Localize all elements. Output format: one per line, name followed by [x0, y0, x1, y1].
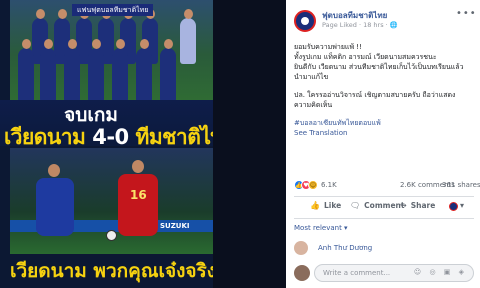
see-translation-link[interactable]: See Translation — [294, 128, 474, 138]
headline-score-value: 4-0 — [92, 125, 129, 149]
shares-count[interactable]: 361 shares — [442, 181, 480, 189]
player-number: 16 — [130, 188, 147, 202]
player-head — [48, 164, 60, 177]
goalkeeper-figure — [180, 9, 196, 64]
post-text-line: ทั้งรูปเกม แท็คติก อารมณ์ เวียดนามสมควรช… — [294, 53, 437, 61]
divider — [294, 196, 474, 197]
commenter-avatar[interactable] — [294, 241, 308, 255]
more-options-icon[interactable]: ••• — [456, 8, 477, 19]
comment-icon: 🗨 — [350, 201, 361, 210]
comment-input[interactable]: Write a comment... ☺ ◎ ▣ ◈ — [314, 264, 474, 282]
chevron-down-icon: ▾ — [460, 201, 465, 210]
player-figure — [160, 39, 176, 100]
comment-button[interactable]: 🗨 Comment — [350, 201, 404, 210]
vietnam-player-figure: 16 — [118, 174, 158, 236]
post-actions: 👍 Like 🗨 Comment ↪ Share ▾ — [294, 198, 474, 216]
image-watermark: แฟนฟุตบอลทีมชาติไทย — [72, 4, 154, 16]
player-figure — [136, 39, 152, 100]
comment-placeholder: Write a comment... — [323, 269, 391, 277]
page-avatar[interactable] — [294, 10, 316, 32]
post-image[interactable]: แฟนฟุตบอลทีมชาติไทย จบเกม เวียดนาม 4-0 ท… — [0, 0, 286, 288]
headline-bottom: เวียดนาม พวกคุณเจ๋งจริง — [10, 260, 216, 282]
react-as-page-button[interactable]: ▾ — [449, 201, 468, 211]
share-label: Share — [410, 201, 436, 210]
image-side-strip — [213, 0, 286, 288]
reaction-count[interactable]: 6.1K — [321, 181, 337, 189]
team-photo: แฟนฟุตบอลทีมชาติไทย — [10, 0, 213, 100]
like-button[interactable]: 👍 Like — [310, 201, 341, 210]
post-text-line: นำมาแก้ไข — [294, 73, 329, 81]
post-text-line: ยินดีกับ เวียดนาม ส่วนทีมชาติไทยเก็บไว้เ… — [294, 63, 464, 71]
comment-attachment-icons[interactable]: ☺ ◎ ▣ ◈ — [414, 268, 467, 276]
thai-player-figure — [36, 178, 74, 236]
post-panel: ฟุตบอลทีมชาติไทย Page Liked · 18 hrs · 🌐… — [286, 0, 480, 288]
post-hashtag[interactable]: #บอลอาเซียนทัพไทยตอบแพ้ — [294, 118, 474, 128]
divider — [294, 218, 474, 219]
post-meta: Page Liked · 18 hrs · 🌐 — [322, 21, 398, 29]
page-mini-avatar — [449, 201, 458, 211]
post-body: ยอมรับความพ่ายแพ้ !! ทั้งรูปเกม แท็คติก … — [294, 42, 474, 138]
post-text-line: ปล. ใครรออ่านวิจารณ์ เชิญตามสบายครับ ถือ… — [294, 91, 456, 99]
headline-vietnam: เวียดนาม — [4, 125, 86, 149]
player-figure — [112, 39, 128, 100]
ad-board-text: SUZUKI — [160, 222, 190, 230]
match-photo: SUZUKI 16 — [10, 148, 213, 254]
football — [106, 230, 117, 241]
thumbs-up-icon: 👍 — [310, 201, 320, 210]
post-text-line: ยอมรับความพ่ายแพ้ !! — [294, 43, 362, 51]
comment-label: Comment — [364, 201, 405, 210]
player-figure — [40, 39, 56, 100]
player-figure — [18, 39, 34, 100]
share-button[interactable]: ↪ Share — [400, 201, 435, 210]
commenter-name[interactable]: Anh Thư Dương — [318, 244, 372, 252]
player-figure — [88, 39, 104, 100]
current-user-avatar — [294, 265, 310, 281]
reactions-bar: 👍 ♥ ☺ 6.1K 2.6K comments 361 shares — [294, 180, 480, 192]
share-icon: ↪ — [400, 201, 407, 210]
like-label: Like — [323, 201, 342, 210]
player-head — [132, 160, 144, 173]
post-text-line: ความคิดเห็น — [294, 101, 333, 109]
haha-reaction-icon[interactable]: ☺ — [308, 180, 318, 190]
player-figure — [64, 39, 80, 100]
comment-sort-dropdown[interactable]: Most relevant ▾ — [294, 224, 348, 232]
